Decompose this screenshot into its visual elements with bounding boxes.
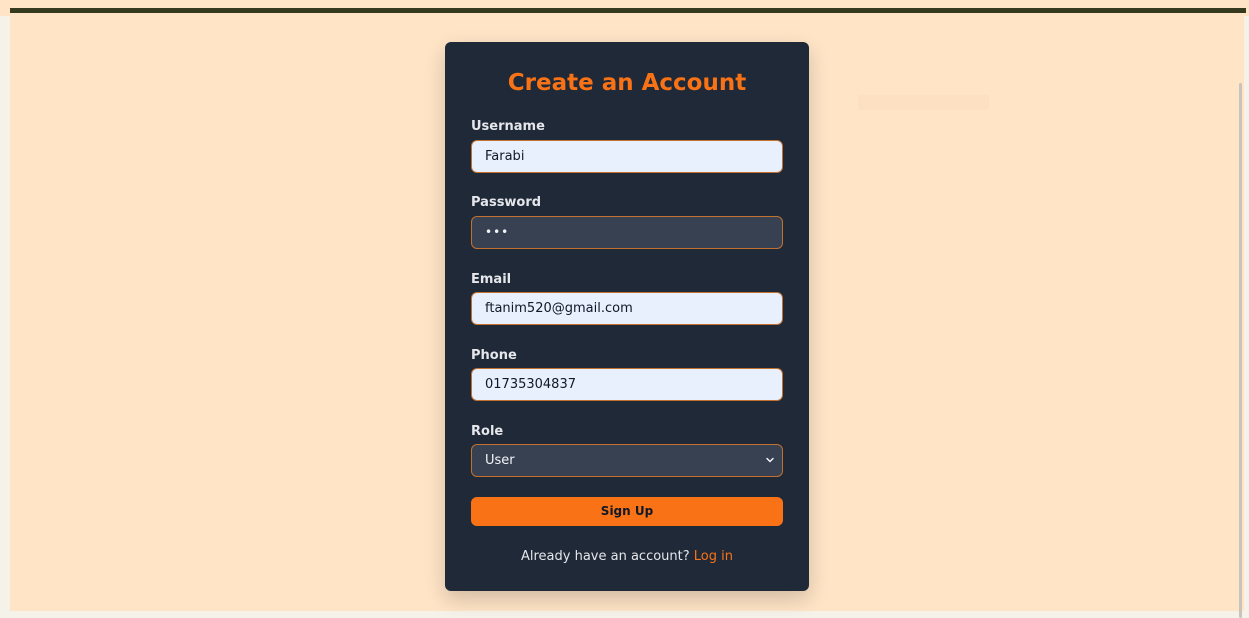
sign-up-button[interactable]: Sign Up	[471, 497, 783, 526]
login-prompt: Already have an account? Log in	[445, 549, 809, 564]
email-label: Email	[471, 272, 512, 287]
phone-input[interactable]: 01735304837	[471, 368, 783, 401]
login-link[interactable]: Log in	[694, 549, 733, 564]
faint-overlay-item	[858, 95, 989, 110]
signup-card: Create an Account Username Farabi Passwo…	[445, 42, 809, 591]
page-viewport: Create an Account Username Farabi Passwo…	[10, 13, 1244, 618]
role-select-value: User	[485, 453, 515, 468]
page-scrollbar[interactable]	[1239, 83, 1242, 618]
chevron-down-icon	[766, 457, 774, 463]
password-label: Password	[471, 195, 542, 210]
username-input[interactable]: Farabi	[471, 140, 783, 173]
phone-label: Phone	[471, 348, 517, 363]
page-title: Create an Account	[507, 70, 747, 96]
password-input[interactable]: •••	[471, 216, 783, 249]
email-input[interactable]: ftanim520@gmail.com	[471, 292, 783, 325]
role-select[interactable]: User	[471, 444, 783, 477]
login-prompt-text: Already have an account?	[520, 549, 690, 564]
username-label: Username	[471, 119, 545, 134]
role-label: Role	[471, 424, 504, 439]
